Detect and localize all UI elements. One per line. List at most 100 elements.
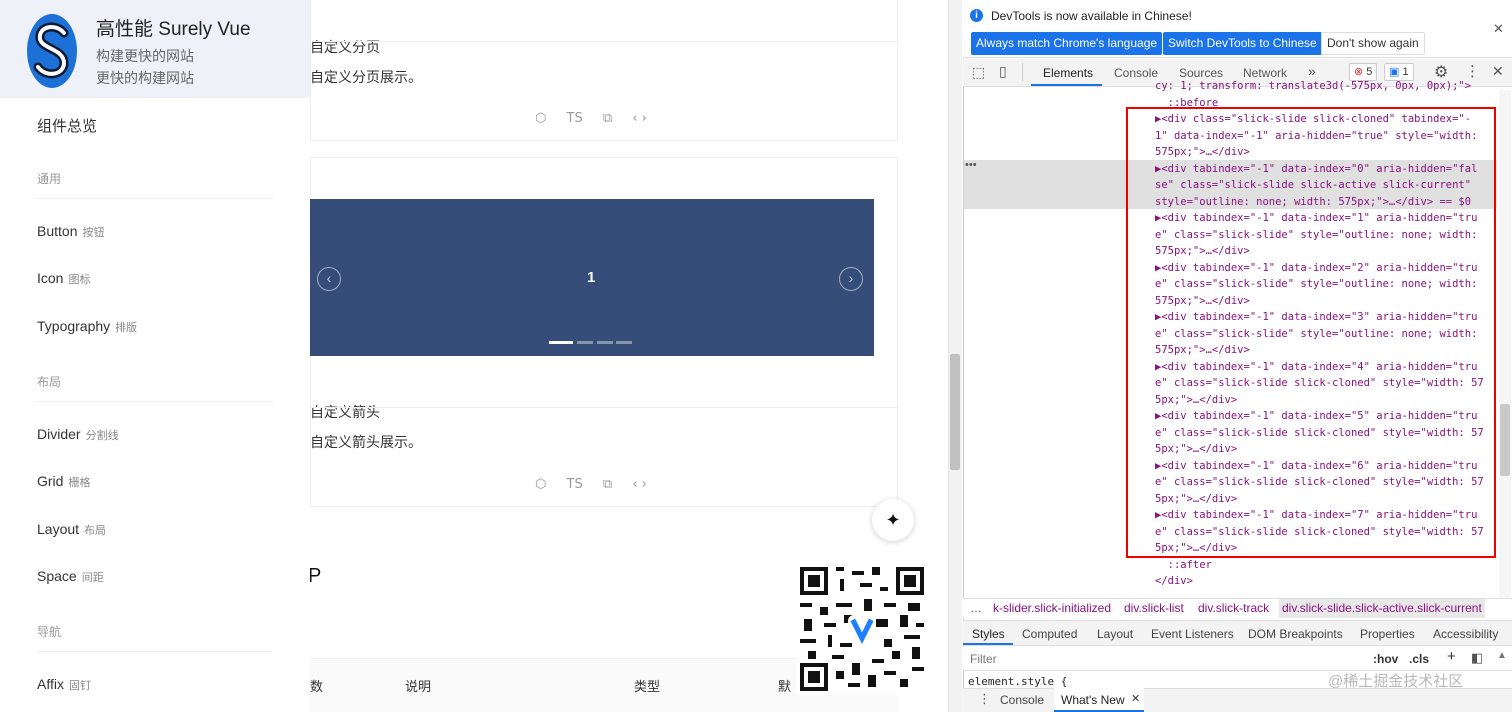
nav-item-zh: 排版 <box>115 322 138 334</box>
tab-computed[interactable]: Computed <box>1022 627 1077 641</box>
nav-overview[interactable]: 组件总览 <box>37 115 97 136</box>
drawer-tab-console[interactable]: Console <box>1000 693 1044 707</box>
inspect-element-icon[interactable]: ⬚ <box>972 64 985 81</box>
brand-subtitle: 构建更快的网站 <box>96 48 194 64</box>
tab-event-listeners[interactable]: Event Listeners <box>1151 627 1234 641</box>
tab-styles[interactable]: Styles <box>972 627 1005 641</box>
qr-code <box>796 563 928 695</box>
toggle-sidebar-icon[interactable]: ◧ <box>1471 650 1483 666</box>
dom-tree-line[interactable]: ::after <box>1155 557 1495 574</box>
nav-item-label: Affix <box>37 676 64 692</box>
carousel-next-icon[interactable]: › <box>839 267 863 291</box>
dont-show-again-button[interactable]: Don't show again <box>1321 32 1425 55</box>
nav-item-label: Grid <box>37 473 64 489</box>
new-rule-icon[interactable]: + <box>1447 648 1456 665</box>
copy-icon[interactable]: ⧉ <box>603 477 612 492</box>
nav-group-layout: 布局 <box>37 375 62 389</box>
nav-item-affix[interactable]: Affix 固钉 <box>37 676 91 693</box>
breadcrumb-item[interactable]: k-slider.slick-initialized <box>993 601 1111 615</box>
close-infobar-icon[interactable]: ✕ <box>1493 21 1504 37</box>
hov-toggle[interactable]: :hov <box>1373 652 1398 666</box>
device-toolbar-icon[interactable]: ▯ <box>999 63 1007 80</box>
code-toolbar-1: ⬡ TS ⧉ ‹ › <box>535 111 647 126</box>
node-actions-icon[interactable]: ••• <box>965 159 977 171</box>
divider <box>310 41 898 42</box>
carousel-dot-active[interactable] <box>549 341 573 344</box>
drawer-menu-icon[interactable]: ⋮ <box>978 691 991 707</box>
active-tab-indicator <box>1031 84 1102 86</box>
tab-elements[interactable]: Elements <box>1043 66 1093 80</box>
infobar-message: DevTools is now available in Chinese! <box>991 9 1192 23</box>
tab-console[interactable]: Console <box>1114 66 1158 80</box>
nav-item-icon[interactable]: Icon 图标 <box>37 270 90 287</box>
nav-item-zh: 间距 <box>81 572 104 584</box>
nav-item-grid[interactable]: Grid 栅格 <box>37 473 90 490</box>
nav-group-general: 通用 <box>37 172 62 186</box>
dom-tree-line[interactable]: cy: 1; transform: translate3d(-575px, 0p… <box>1155 78 1495 95</box>
breadcrumb-item[interactable]: div.slick-track <box>1198 601 1269 615</box>
nav-item-zh: 图标 <box>68 274 91 286</box>
carousel-dot[interactable] <box>577 341 593 344</box>
dom-tree-line[interactable]: </div> <box>1155 573 1495 590</box>
divider <box>310 407 898 408</box>
carousel-prev-icon[interactable]: ‹ <box>317 267 341 291</box>
col-header: 默 <box>778 679 792 694</box>
expand-code-icon[interactable]: ‹ › <box>632 111 647 126</box>
nav-group-navigation: 导航 <box>37 625 62 639</box>
nav-divider <box>37 651 273 652</box>
carousel-dot[interactable] <box>616 341 632 344</box>
cls-toggle[interactable]: .cls <box>1409 652 1429 666</box>
devtools-infobar: i DevTools is now available in Chinese! … <box>963 0 1512 58</box>
switch-to-chinese-button[interactable]: Switch DevTools to Chinese <box>1163 32 1322 55</box>
nav-item-zh: 布局 <box>84 525 107 537</box>
info-icon: i <box>970 9 983 22</box>
brand-header: 高性能 Surely Vue 构建更快的网站 更快的构建网站 <box>0 0 310 98</box>
expand-code-icon[interactable]: ‹ › <box>632 477 647 492</box>
brand-title: 高性能 Surely Vue <box>96 19 251 40</box>
ts-toggle[interactable]: TS <box>567 477 583 492</box>
tab-layout[interactable]: Layout <box>1097 627 1133 641</box>
close-drawer-tab-icon[interactable]: ✕ <box>1131 692 1140 705</box>
nav-item-divider[interactable]: Divider 分割线 <box>37 426 119 443</box>
nav-item-space[interactable]: Space 间距 <box>37 568 104 585</box>
tab-dom-breakpoints[interactable]: DOM Breakpoints <box>1248 627 1343 641</box>
col-header: 数 <box>310 679 324 694</box>
always-match-language-button[interactable]: Always match Chrome's language <box>971 32 1163 55</box>
nav-item-label: Button <box>37 223 78 239</box>
dom-scrollbar-thumb[interactable] <box>1500 404 1510 476</box>
drawer-tab-whats-new[interactable]: What's New <box>1061 693 1125 707</box>
highlight-annotation-box <box>1126 107 1496 558</box>
dom-scrollbar[interactable] <box>1499 90 1511 598</box>
sidebar: 高性能 Surely Vue 构建更快的网站 更快的构建网站 组件总览 通用 B… <box>0 0 310 712</box>
col-header: 类型 <box>634 679 661 694</box>
nav-item-label: Layout <box>37 521 80 537</box>
codesandbox-icon[interactable]: ⬡ <box>535 477 546 492</box>
surely-logo-icon <box>27 14 77 88</box>
nav-item-zh: 按钮 <box>82 227 105 239</box>
carousel-dot[interactable] <box>597 341 613 344</box>
section1-title: 自定义分页 <box>310 39 380 55</box>
watermark: @稀土掘金技术社区 <box>1328 673 1464 690</box>
codesandbox-icon[interactable]: ⬡ <box>535 111 546 126</box>
error-icon: ⊗ <box>1354 66 1364 78</box>
nav-item-layout[interactable]: Layout 布局 <box>37 521 106 538</box>
breadcrumb-item[interactable]: div.slick-list <box>1124 601 1184 615</box>
breadcrumb-item-active[interactable]: div.slick-slide.slick-active.slick-curre… <box>1279 599 1485 618</box>
nav-item-zh: 分割线 <box>85 430 119 442</box>
nav-item-typography[interactable]: Typography 排版 <box>37 318 137 335</box>
carousel[interactable]: ‹ › 1 <box>310 199 874 356</box>
nav-item-zh: 固钉 <box>68 680 91 692</box>
copy-icon[interactable]: ⧉ <box>603 111 612 126</box>
magic-wand-button[interactable]: ✦ <box>872 499 914 541</box>
more-tabs-icon[interactable]: » <box>1308 63 1316 79</box>
page-scrollbar-thumb[interactable] <box>950 354 960 470</box>
tab-properties[interactable]: Properties <box>1360 627 1415 641</box>
breadcrumb-ellipsis[interactable]: … <box>970 601 982 615</box>
col-header: 说明 <box>405 679 432 694</box>
scroll-up-icon[interactable]: ▲ <box>1497 650 1507 661</box>
nav-item-button[interactable]: Button 按钮 <box>37 223 104 240</box>
devtools-drawer <box>963 688 1512 712</box>
tab-accessibility[interactable]: Accessibility <box>1433 627 1498 641</box>
ts-toggle[interactable]: TS <box>567 111 583 126</box>
styles-filter-input[interactable]: Filter <box>970 652 997 666</box>
